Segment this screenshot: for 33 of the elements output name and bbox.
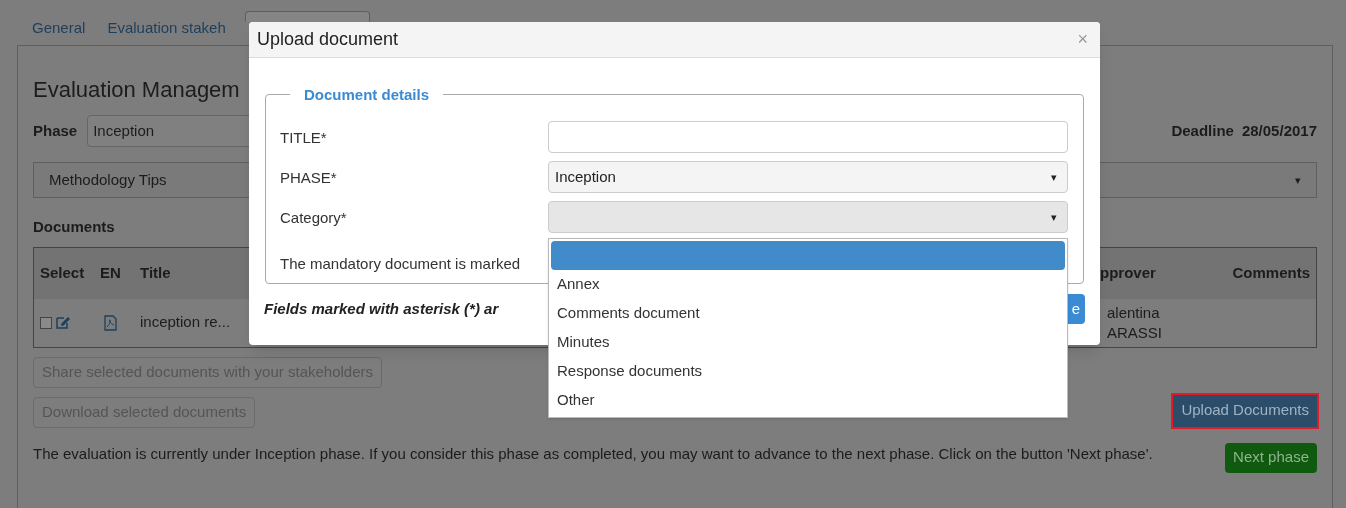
edit-icon[interactable] xyxy=(56,316,70,329)
table-cell: inception re... xyxy=(140,313,231,331)
tab[interactable]: General xyxy=(23,16,95,45)
select-field[interactable]: Inception ▾ xyxy=(548,161,1068,193)
tab[interactable] xyxy=(244,11,370,22)
pdf-icon[interactable] xyxy=(104,314,117,331)
mandatory-note: The mandatory document is marked xyxy=(280,254,521,274)
dialog-title: Upload document xyxy=(257,28,399,51)
next-phase-button[interactable]: Next phase xyxy=(1225,442,1317,473)
column-header: EN xyxy=(100,263,121,281)
table-cell: alentina ARASSI xyxy=(1107,302,1163,343)
phase-label: Phase xyxy=(33,120,78,141)
select-field[interactable]: ▾ xyxy=(548,201,1068,233)
documents-heading: Documents xyxy=(33,217,115,237)
field-label: Category* xyxy=(280,208,348,228)
caret-icon: ▾ xyxy=(1051,168,1057,186)
notice-text: The evaluation is currently under Inception phase. If you consider this phase as completed, you may want to advance to the next phase. Click on the button 'Next phase'. xyxy=(33,443,1154,464)
deadline-label: Deadline xyxy=(1171,120,1234,141)
column-header: pprover xyxy=(1100,263,1156,281)
column-header: Title xyxy=(140,263,171,281)
upload-documents-button[interactable]: Upload Documents xyxy=(1173,394,1317,427)
deadline-value: 28/05/2017 xyxy=(1241,120,1317,141)
column-header: Comments xyxy=(1232,262,1310,283)
row-checkbox[interactable] xyxy=(40,316,52,329)
input-field[interactable] xyxy=(548,121,1068,153)
close-button[interactable]: × xyxy=(1077,26,1092,53)
footer-note: Fields marked with asterisk (*) ar xyxy=(264,298,499,319)
column-header: Select xyxy=(40,263,85,281)
caret-icon: ▾ xyxy=(1051,208,1057,226)
tab[interactable]: Evaluation stakeh xyxy=(98,16,235,45)
page-title: Evaluation Managem xyxy=(33,76,240,104)
caret-icon: ▾ xyxy=(1295,171,1301,189)
field-label: PHASE* xyxy=(280,168,338,188)
